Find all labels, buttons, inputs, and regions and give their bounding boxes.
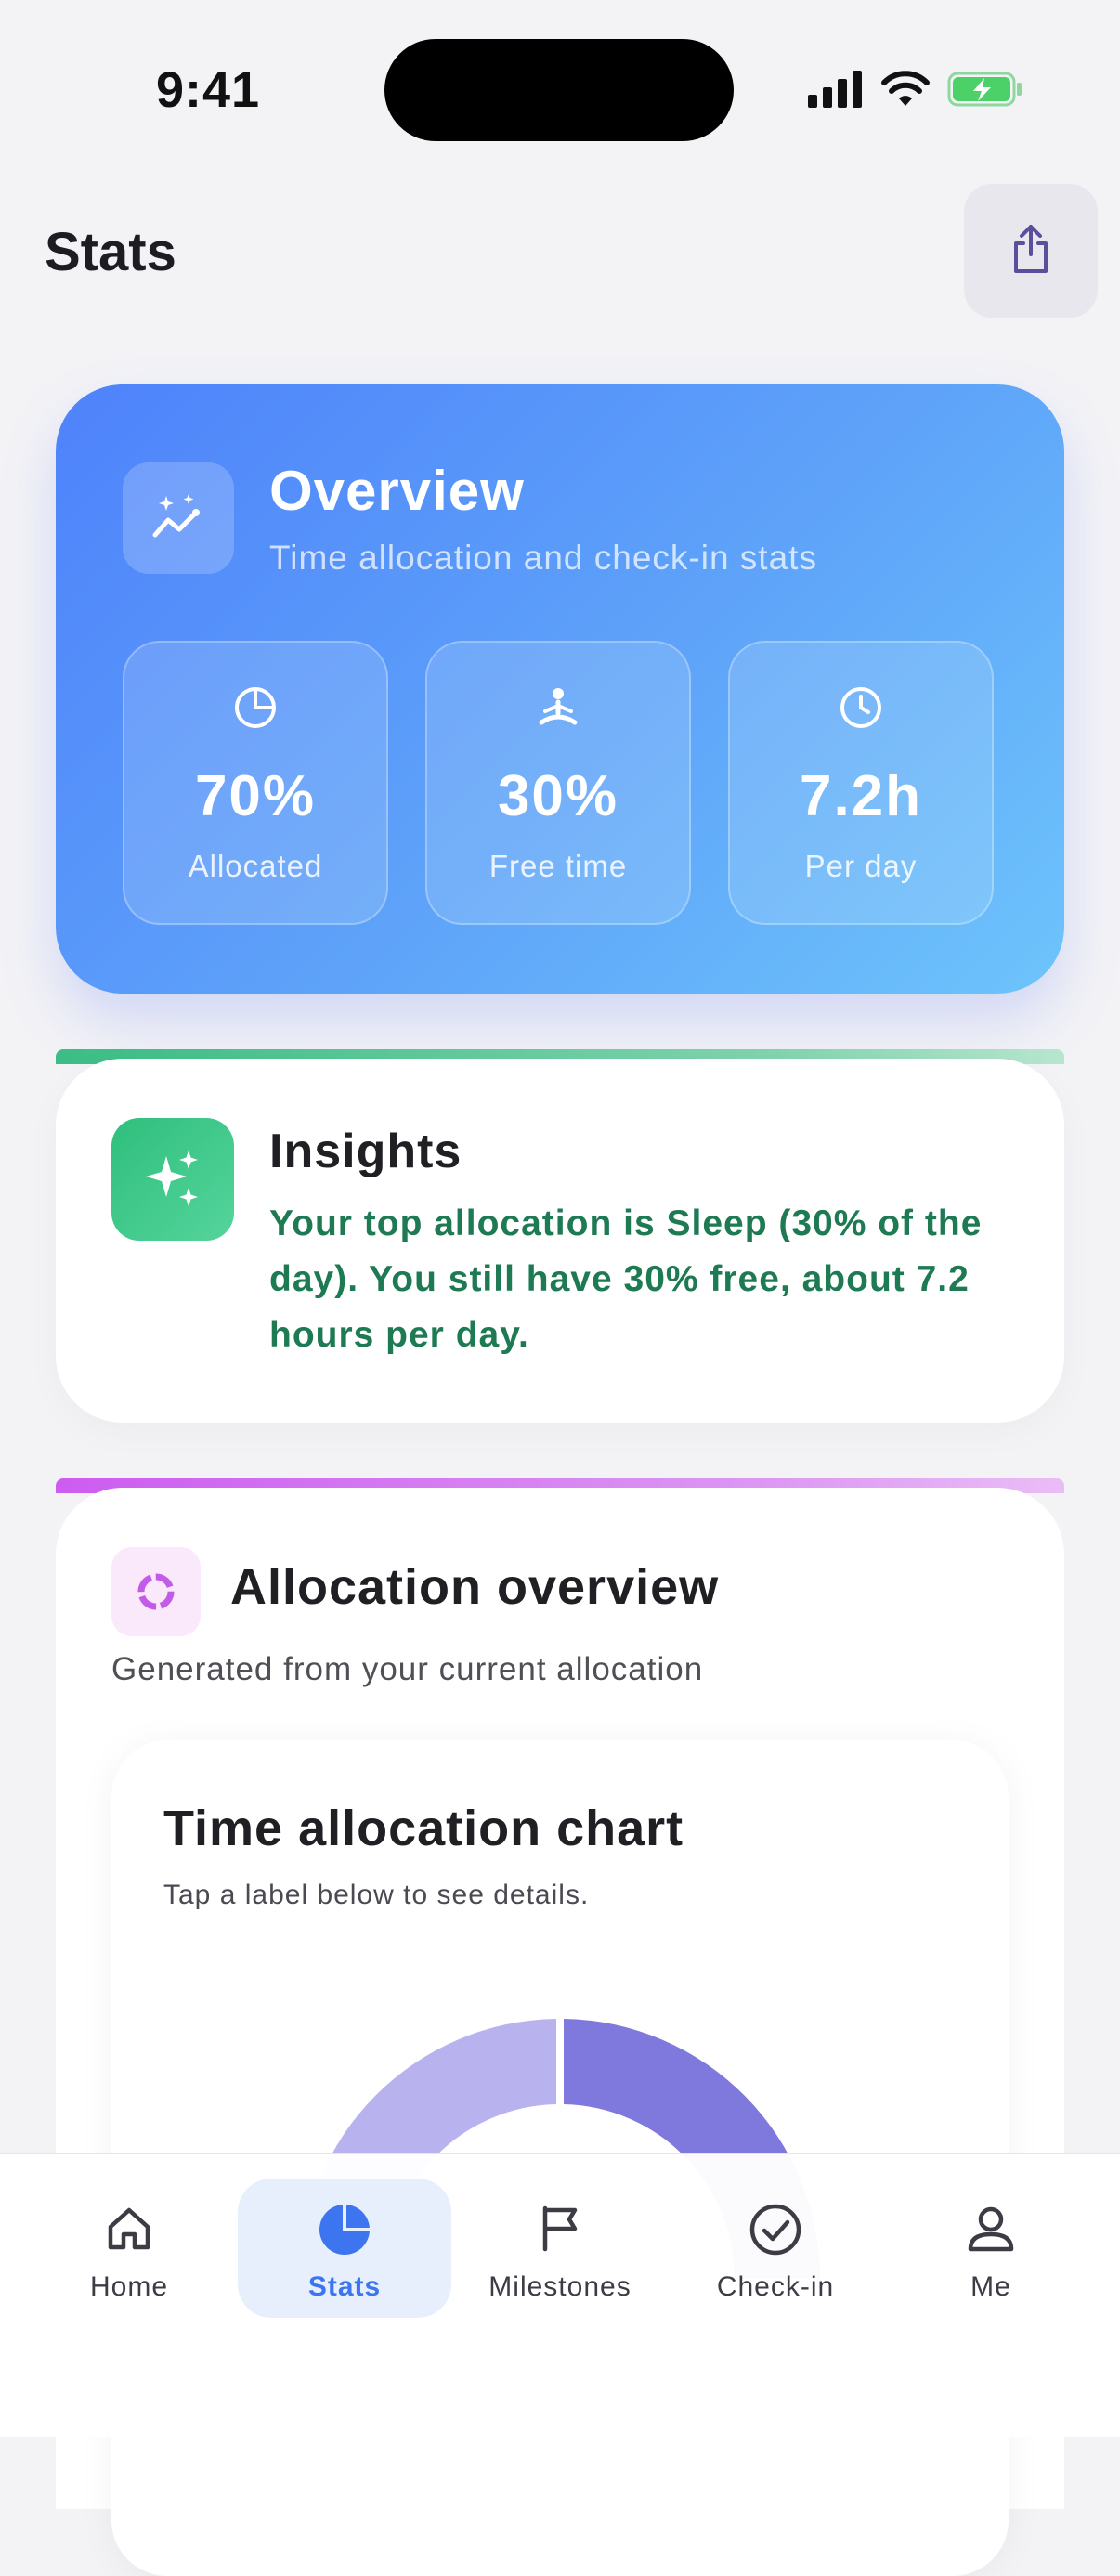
insights-text: Your top allocation is Sleep (30% of the… — [269, 1203, 983, 1355]
stat-label: Free time — [488, 849, 628, 883]
stat-tile-allocated: 70% Allocated — [123, 641, 388, 925]
tab-label: Me — [970, 2271, 1011, 2302]
cellular-signal-icon — [808, 70, 864, 112]
tab-home[interactable]: Home — [22, 2179, 236, 2318]
tab-label: Home — [89, 2271, 169, 2302]
stat-label: Per day — [804, 849, 918, 883]
status-time: 9:41 — [156, 62, 261, 118]
check-circle-icon — [669, 2203, 882, 2257]
share-icon — [1009, 223, 1053, 280]
tab-label: Stats — [307, 2271, 382, 2302]
overview-title: Overview — [269, 460, 525, 522]
flag-icon — [453, 2203, 667, 2255]
chart-subtitle: Tap a label below to see details. — [163, 1880, 590, 1910]
stat-label: Allocated — [188, 849, 323, 883]
tab-check-in[interactable]: Check-in — [669, 2179, 882, 2318]
tab-me[interactable]: Me — [884, 2179, 1098, 2318]
tab-stats[interactable]: Stats — [238, 2179, 451, 2318]
trend-sparkle-icon — [123, 462, 234, 574]
meditation-icon — [427, 685, 689, 730]
battery-charging-icon — [947, 71, 1023, 112]
insights-title: Insights — [269, 1125, 462, 1178]
donut-icon — [111, 1547, 201, 1636]
chart-title: Time allocation chart — [163, 1801, 684, 1856]
status-bar: 9:41 — [0, 0, 1120, 176]
tab-label: Check-in — [716, 2271, 835, 2302]
insights-card: Insights Your top allocation is Sleep (3… — [56, 1059, 1064, 1423]
allocation-subtitle: Generated from your current allocation — [111, 1651, 704, 1687]
clock-icon — [730, 685, 992, 730]
stat-value: 7.2h — [799, 764, 923, 828]
sparkles-icon — [111, 1118, 234, 1241]
tab-bar: Home Stats Milestones Check-in Me — [0, 2153, 1120, 2437]
pie-chart-icon — [124, 685, 386, 730]
page-title: Stats — [45, 222, 176, 282]
overview-subtitle: Time allocation and check-in stats — [269, 539, 817, 577]
pie-chart-icon — [238, 2203, 451, 2257]
stat-tile-per-day: 7.2h Per day — [728, 641, 994, 925]
stat-tile-free-time: 30% Free time — [425, 641, 691, 925]
dynamic-island — [384, 39, 734, 141]
wifi-icon — [880, 70, 931, 112]
stat-value: 30% — [497, 764, 619, 828]
allocation-title: Allocation overview — [230, 1559, 720, 1615]
overview-card: Overview Time allocation and check-in st… — [56, 384, 1064, 994]
home-icon — [22, 2203, 236, 2255]
share-button[interactable] — [964, 184, 1098, 318]
stat-value: 70% — [194, 764, 317, 828]
tab-milestones[interactable]: Milestones — [453, 2179, 667, 2318]
person-icon — [884, 2203, 1098, 2255]
status-icons — [808, 69, 1023, 113]
tab-label: Milestones — [488, 2271, 632, 2302]
